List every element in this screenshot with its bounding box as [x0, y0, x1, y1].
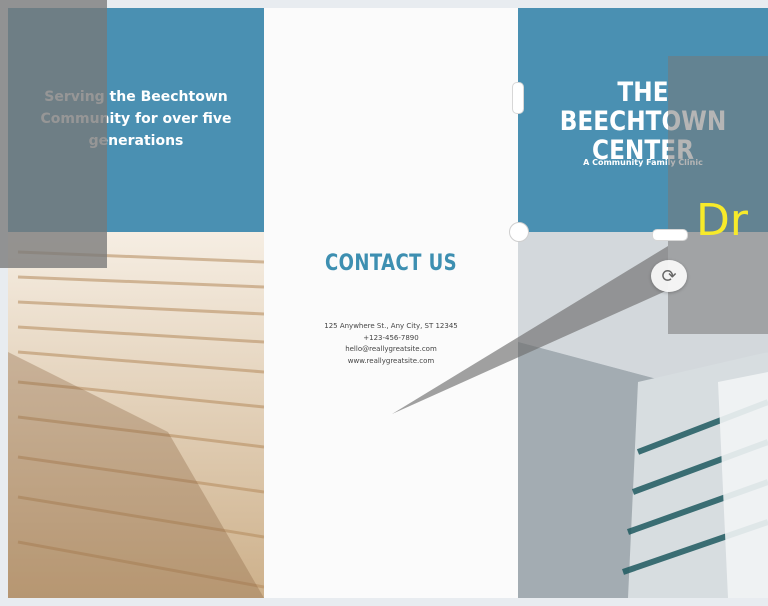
drag-hint-text: Dr: [696, 195, 748, 246]
selection-overlay-left: [0, 0, 107, 268]
interior-photo[interactable]: [8, 232, 264, 598]
resize-handle-side[interactable]: [512, 82, 524, 114]
interior-photo-art: [8, 232, 264, 598]
contact-email: hello@reallygreatsite.com: [345, 345, 437, 353]
brochure-canvas: Serving the Beechtown Community for over…: [0, 0, 768, 606]
contact-title[interactable]: CONTACT US: [287, 251, 495, 276]
rotate-icon[interactable]: ⟳: [651, 260, 687, 292]
resize-handle-bottom[interactable]: [652, 229, 688, 241]
contact-phone: +123-456-7890: [363, 333, 419, 342]
contact-website: www.reallygreatsite.com: [347, 356, 435, 365]
contact-lines[interactable]: 125 Anywhere St., Any City, ST 12345 +12…: [264, 321, 518, 367]
brochure-middle-panel[interactable]: CONTACT US 125 Anywhere St., Any City, S…: [264, 8, 518, 598]
resize-handle-corner[interactable]: [509, 222, 529, 242]
contact-address: 125 Anywhere St., Any City, ST 12345: [324, 322, 458, 330]
